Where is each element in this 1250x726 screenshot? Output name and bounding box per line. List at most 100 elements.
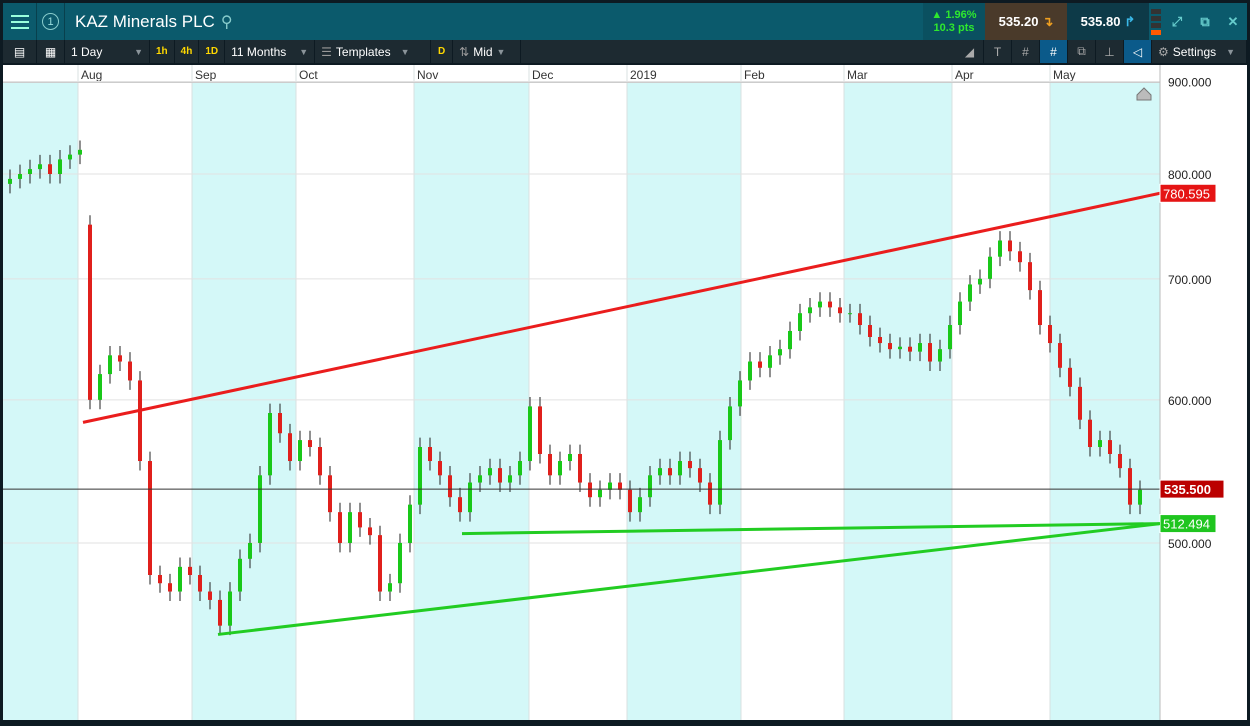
buy-button[interactable]: 535.80 ↱ — [1067, 3, 1149, 40]
close-icon[interactable]: ✕ — [1219, 3, 1247, 40]
candle-down — [1128, 468, 1132, 505]
candle-up — [598, 489, 602, 498]
candle-up — [248, 542, 252, 559]
candle-down — [158, 574, 162, 584]
candle-down — [828, 301, 832, 308]
candle-down — [838, 307, 842, 314]
month-label: Oct — [299, 68, 318, 82]
templates-icon: ☰ — [321, 44, 332, 59]
sell-button[interactable]: 535.20 ↴ — [985, 3, 1067, 40]
trendline-value-label: 780.595 — [1163, 186, 1210, 201]
price-tick-label: 800.000 — [1168, 168, 1212, 182]
quick-4h[interactable]: 4h — [175, 40, 200, 63]
candle-up — [58, 159, 62, 174]
candle-down — [188, 566, 192, 575]
candle-up — [258, 475, 262, 543]
candle-up — [298, 440, 302, 462]
candle-up — [348, 512, 352, 543]
signal-bars-icon — [1149, 3, 1163, 40]
candle-down — [128, 361, 132, 381]
candle-down — [1048, 325, 1052, 344]
templates-button[interactable]: ☰ Templates ▼ — [315, 40, 432, 63]
candle-down — [1008, 240, 1012, 252]
candle-up — [108, 355, 112, 375]
candle-down — [1118, 453, 1122, 469]
month-label: Aug — [81, 68, 102, 82]
popout-icon[interactable]: ⧉ — [1191, 3, 1219, 40]
chart-toolbar: ▤ ▦ 1 Day ▼ 1h 4h 1D 11 Months ▼ ☰ Template… — [3, 40, 1247, 63]
candle-down — [888, 343, 892, 350]
layout-icon[interactable]: ▦ — [37, 40, 65, 63]
expand-icon[interactable]: ⤢ — [1163, 3, 1191, 40]
price-tick-label: 500.000 — [1168, 537, 1212, 551]
price-type-select[interactable]: ⇅ Mid ▼ — [453, 40, 522, 63]
quick-1d[interactable]: 1D — [199, 40, 226, 63]
candle-up — [1138, 489, 1142, 505]
candle-down — [668, 468, 672, 476]
candle-up — [728, 406, 732, 441]
price-chart[interactable]: Aug Sep Oct Nov Dec 2019 Feb Mar Apr May 900.000 80… — [3, 65, 1247, 720]
instrument-header: 1 KAZ Minerals PLC ⚲ ▲ 1.96% 10.3 pts 535… — [3, 3, 1247, 40]
candle-down — [198, 574, 202, 592]
d-button[interactable]: D — [431, 40, 454, 63]
candle-up — [778, 349, 782, 356]
month-label: Dec — [532, 68, 553, 82]
candle-up — [898, 346, 902, 350]
crosshair-icon[interactable]: # — [1040, 40, 1068, 63]
month-label: Feb — [744, 68, 765, 82]
month-label: Sep — [195, 68, 217, 82]
candle-down — [1028, 262, 1032, 291]
candle-up — [958, 301, 962, 326]
label-icon[interactable]: ◁ — [1124, 40, 1152, 63]
text-icon[interactable]: T — [984, 40, 1012, 63]
indicator-icon[interactable]: ⊥ — [1096, 40, 1124, 63]
candle-up — [238, 558, 242, 592]
candle-down — [208, 591, 212, 600]
candle-up — [568, 453, 572, 462]
range-select[interactable]: 11 Months ▼ — [225, 40, 316, 63]
list-icon[interactable]: ▤ — [3, 40, 37, 63]
drawing-icon[interactable]: ◢ — [956, 40, 984, 63]
candle-down — [428, 447, 432, 462]
month-label: May — [1053, 68, 1076, 82]
settings-button[interactable]: ⚙ Settings ▼ — [1152, 40, 1247, 63]
candle-up — [398, 542, 402, 584]
candle-down — [548, 453, 552, 476]
instrument-title[interactable]: KAZ Minerals PLC — [65, 12, 215, 32]
candle-up — [848, 313, 852, 315]
grid-icon[interactable]: # — [1012, 40, 1040, 63]
price-tick-label: 600.000 — [1168, 394, 1212, 408]
candle-up — [408, 504, 412, 543]
candle-up — [798, 313, 802, 331]
candle-down — [1038, 290, 1042, 326]
candle-up — [648, 475, 652, 498]
candle-down — [88, 224, 92, 400]
trendline-value-label: 512.494 — [1163, 517, 1210, 532]
price-tick-label: 900.000 — [1168, 76, 1212, 90]
candle-up — [978, 278, 982, 285]
candle-up — [638, 497, 642, 513]
candle-down — [1018, 251, 1022, 263]
candle-down — [928, 343, 932, 362]
candle-up — [998, 240, 1002, 257]
interval-select[interactable]: 1 Day ▼ — [65, 40, 150, 63]
candle-up — [1098, 440, 1102, 448]
candle-down — [588, 482, 592, 498]
menu-icon[interactable] — [3, 3, 37, 40]
candle-down — [758, 361, 762, 368]
down-arrow-icon: ↴ — [1042, 13, 1054, 29]
candle-up — [388, 583, 392, 592]
candle-down — [538, 406, 542, 454]
month-band — [844, 83, 952, 720]
quick-1h[interactable]: 1h — [150, 40, 175, 63]
candle-up — [808, 307, 812, 314]
search-icon[interactable]: ⚲ — [221, 12, 233, 32]
candle-up — [38, 164, 42, 170]
candle-down — [1058, 343, 1062, 368]
copy-icon[interactable]: ⧉ — [1068, 40, 1096, 63]
candle-up — [748, 361, 752, 381]
candle-up — [508, 475, 512, 483]
candle-down — [698, 468, 702, 483]
candle-down — [138, 380, 142, 462]
window-number-icon[interactable]: 1 — [37, 3, 65, 40]
